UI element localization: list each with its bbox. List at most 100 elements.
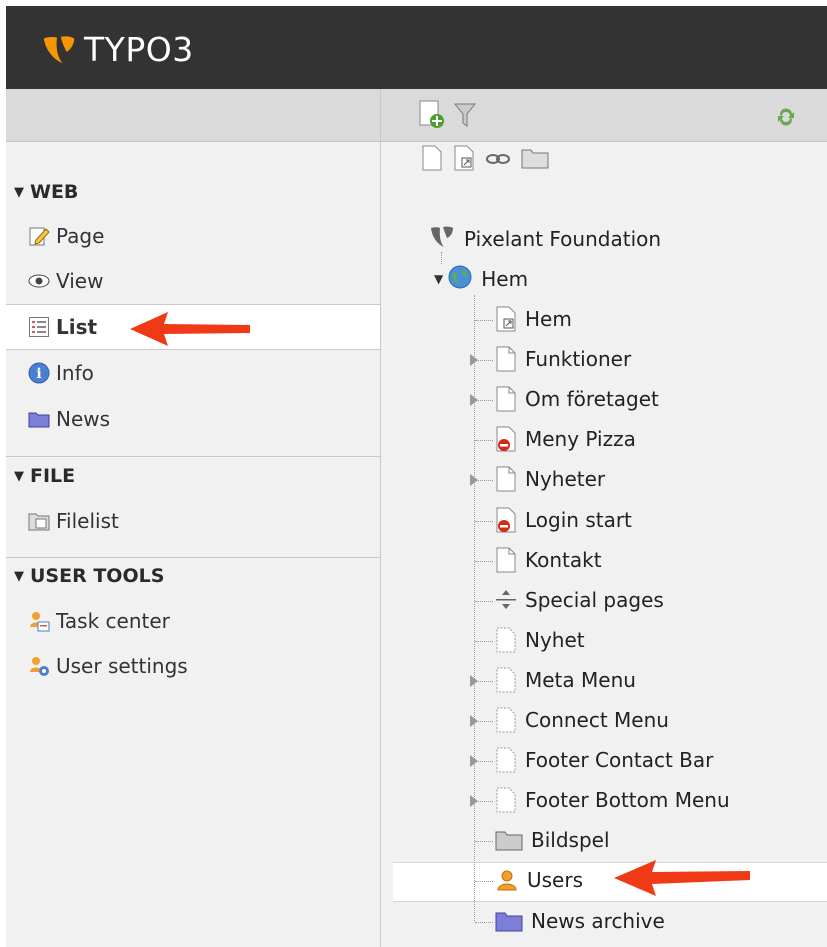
new-page-icon[interactable]: [417, 99, 447, 135]
group-web[interactable]: ▼ WEB: [14, 181, 78, 203]
group-file[interactable]: ▼ FILE: [14, 465, 75, 487]
expand-toggle-icon[interactable]: ▼: [434, 272, 443, 286]
module-task-center[interactable]: Task center: [6, 599, 380, 643]
hidden-page-icon: [495, 707, 517, 733]
tree-page-item[interactable]: Bildspel: [495, 821, 610, 859]
refresh-icon[interactable]: [777, 107, 795, 131]
expand-toggle-icon[interactable]: [470, 394, 478, 406]
filelist-icon: [28, 510, 50, 532]
module-menu: ▼ WEB Page View List i Info News ▼ FILE …: [6, 89, 381, 947]
collapse-triangle-icon: ▼: [14, 184, 24, 200]
module-page-label: Page: [56, 224, 105, 248]
module-info[interactable]: i Info: [6, 351, 380, 395]
tree-root-label: Pixelant Foundation: [464, 227, 662, 251]
tree-page-item[interactable]: News archive: [495, 902, 665, 940]
tree-page-item[interactable]: Users: [495, 861, 583, 899]
page-icon: [495, 547, 517, 573]
tree-connector: [475, 601, 493, 602]
typo3-logo[interactable]: TYPO3: [40, 30, 194, 69]
page-icon: [495, 386, 517, 412]
module-menu-toolbar: [6, 89, 380, 142]
tree-connector: [475, 922, 493, 923]
tree-connector: [475, 320, 493, 321]
task-center-icon: [28, 610, 50, 632]
expand-toggle-icon[interactable]: [470, 675, 478, 687]
page-doktype-icons: [421, 145, 549, 175]
module-view[interactable]: View: [6, 259, 380, 303]
tree-page-item[interactable]: Kontakt: [495, 541, 602, 579]
tree-page-item[interactable]: Footer Contact Bar: [495, 741, 713, 779]
page-edit-icon: [28, 225, 50, 247]
logo-text: TYPO3: [84, 30, 194, 69]
tree-page-item[interactable]: Om företaget: [495, 380, 659, 418]
restricted-page-icon: [495, 426, 517, 452]
hidden-page-icon: [495, 627, 517, 653]
tree-page-label: Users: [527, 868, 584, 892]
shortcut-page-icon: [495, 306, 517, 332]
eye-icon: [28, 270, 50, 292]
module-filelist[interactable]: Filelist: [6, 499, 380, 543]
tree-page-item[interactable]: Funktioner: [495, 340, 631, 378]
module-news[interactable]: News: [6, 397, 380, 441]
typo3-logo-icon: [43, 35, 75, 63]
tree-page-label: Hem: [525, 307, 572, 331]
user-icon: [495, 868, 519, 892]
module-filelist-label: Filelist: [56, 509, 119, 533]
tree-page-item[interactable]: Connect Menu: [495, 701, 669, 739]
tree-connector: [475, 521, 493, 522]
tree-page-item[interactable]: Nyheter: [495, 460, 605, 498]
group-file-label: FILE: [30, 465, 76, 487]
folder-icon[interactable]: [521, 147, 549, 173]
tree-page-item[interactable]: Special pages: [495, 581, 664, 619]
tree-connector: [474, 295, 475, 921]
tree-page-label: Footer Bottom Menu: [525, 788, 730, 812]
module-news-label: News: [56, 407, 111, 431]
tree-page-item[interactable]: Nyhet: [495, 621, 585, 659]
page-icon: [495, 346, 517, 372]
expand-toggle-icon[interactable]: [470, 795, 478, 807]
tree-page-item[interactable]: Meta Menu: [495, 661, 636, 699]
user-settings-icon: [28, 655, 50, 677]
tree-page-label: Nyhet: [525, 628, 585, 652]
tree-connector: [475, 561, 493, 562]
group-web-label: WEB: [30, 181, 79, 203]
tree-page-label: Meta Menu: [525, 668, 636, 692]
tree-page-item[interactable]: Login start: [495, 501, 632, 539]
expand-toggle-icon[interactable]: [470, 715, 478, 727]
hidden-page-icon: [495, 787, 517, 813]
module-view-label: View: [56, 269, 104, 293]
module-page[interactable]: Page: [6, 214, 380, 258]
shortcut-page-icon[interactable]: [453, 145, 475, 175]
svg-text:i: i: [36, 366, 41, 382]
tree-page-item[interactable]: Hem: [495, 300, 572, 338]
tree-connector: [475, 881, 493, 882]
page-icon[interactable]: [421, 145, 443, 175]
tree-page-item[interactable]: Footer Bottom Menu: [495, 781, 730, 819]
expand-toggle-icon[interactable]: [470, 354, 478, 366]
tree-page-item[interactable]: Meny Pizza: [495, 420, 636, 458]
group-user-tools-label: USER TOOLS: [30, 565, 165, 587]
tree-page-label: Kontakt: [525, 548, 602, 572]
module-task-center-label: Task center: [56, 609, 170, 633]
module-list-label: List: [56, 315, 98, 339]
tree-page-label: Om företaget: [525, 387, 659, 411]
filter-icon[interactable]: [453, 101, 477, 133]
folder-icon: [28, 408, 50, 430]
annotation-arrow-list: [130, 312, 250, 346]
group-user-tools[interactable]: ▼ USER TOOLS: [14, 565, 164, 587]
info-icon: i: [28, 362, 50, 384]
module-user-settings[interactable]: User settings: [6, 644, 380, 688]
expand-toggle-icon[interactable]: [470, 755, 478, 767]
hidden-page-icon: [495, 667, 517, 693]
tree-page-label: Footer Contact Bar: [525, 748, 714, 772]
tree-root[interactable]: Pixelant Foundation: [428, 220, 661, 258]
tree-connector: [475, 841, 493, 842]
link-icon[interactable]: [485, 151, 511, 170]
annotation-arrow-users: [614, 860, 750, 896]
list-icon: [28, 316, 50, 338]
tree-home[interactable]: ▼ Hem: [434, 260, 528, 298]
globe-icon: [447, 264, 473, 295]
expand-toggle-icon[interactable]: [470, 474, 478, 486]
divider: [6, 456, 380, 457]
folder-icon: [495, 910, 523, 932]
